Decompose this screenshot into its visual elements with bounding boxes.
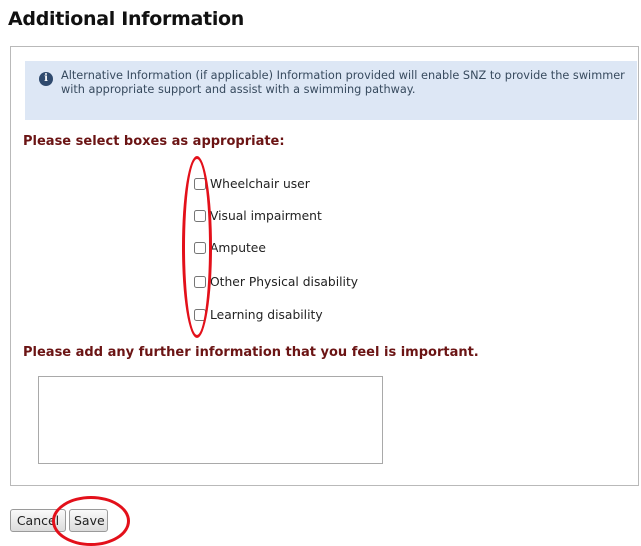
other-physical-disability-label: Other Physical disability [210, 275, 359, 289]
checkbox-row-learning-disability[interactable]: Learning disability [194, 306, 323, 324]
visual-impairment-label: Visual impairment [210, 209, 322, 223]
save-button[interactable]: Save [69, 509, 108, 532]
checkbox-row-visual-impairment[interactable]: Visual impairment [194, 207, 322, 225]
info-text: Alternative Information (if applicable) … [61, 69, 625, 96]
further-info-textarea[interactable] [38, 376, 383, 464]
wheelchair-user-checkbox[interactable] [194, 178, 206, 190]
learning-disability-checkbox[interactable] [194, 309, 206, 321]
info-box: i Alternative Information (if applicable… [25, 61, 637, 120]
info-circle-icon: i [39, 72, 53, 86]
checkbox-row-amputee[interactable]: Amputee [194, 239, 266, 257]
other-physical-disability-checkbox[interactable] [194, 276, 206, 288]
learning-disability-label: Learning disability [210, 308, 323, 322]
amputee-checkbox[interactable] [194, 242, 206, 254]
checkbox-heading: Please select boxes as appropriate: [23, 134, 285, 149]
visual-impairment-checkbox[interactable] [194, 210, 206, 222]
page-title: Additional Information [8, 8, 245, 30]
further-info-heading: Please add any further information that … [23, 345, 479, 360]
checkbox-row-wheelchair-user[interactable]: Wheelchair user [194, 175, 310, 193]
cancel-button[interactable]: Cancel [10, 509, 66, 532]
wheelchair-user-label: Wheelchair user [210, 177, 310, 191]
amputee-label: Amputee [210, 241, 266, 255]
checkbox-row-other-physical-disability[interactable]: Other Physical disability [194, 273, 358, 291]
